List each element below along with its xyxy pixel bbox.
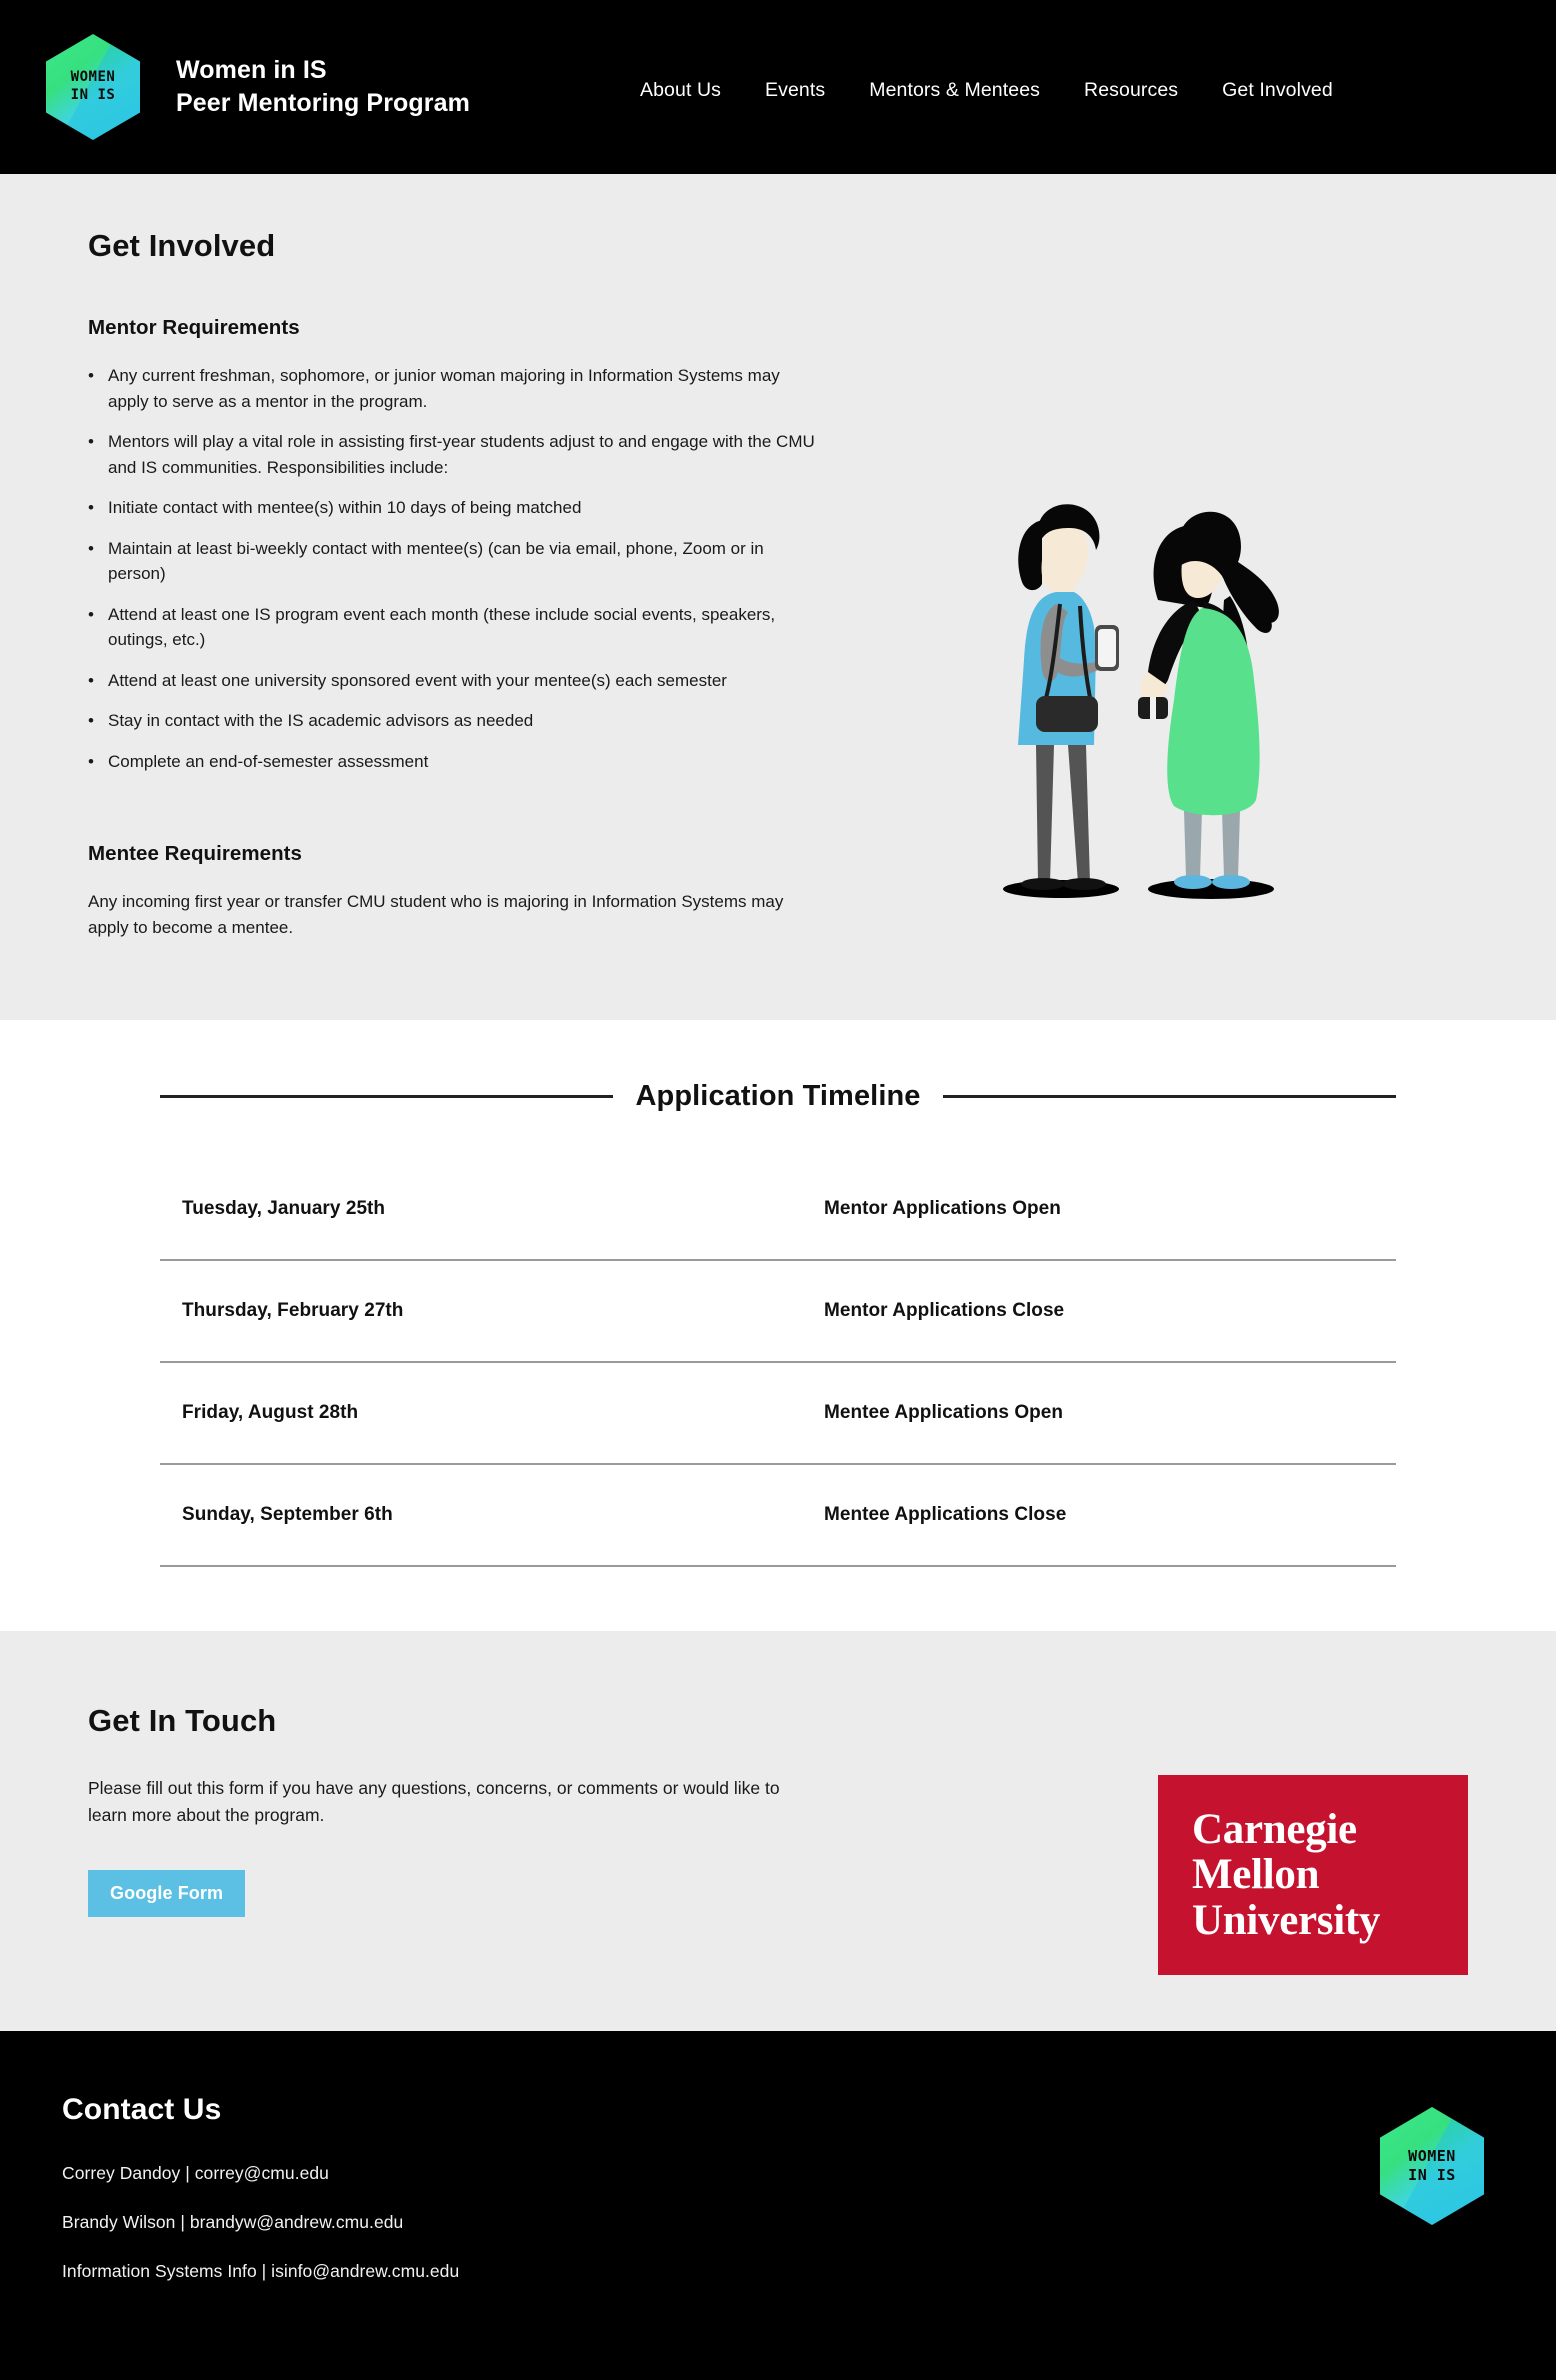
two-women-talking-illustration <box>998 500 1288 900</box>
logo-text-line2: IN IS <box>1408 2166 1456 2184</box>
table-row: Tuesday, January 25th Mentor Application… <box>160 1159 1396 1261</box>
bullet-icon: • <box>88 604 94 624</box>
logo-text-line1: WOMEN <box>70 69 116 86</box>
google-form-button[interactable]: Google Form <box>88 1870 246 1918</box>
logo-text-line2: IN IS <box>70 87 116 103</box>
list-item-text: Attend at least one IS program event eac… <box>108 604 776 650</box>
page-title: Get Involved <box>88 228 276 263</box>
timeline-event: Mentor Applications Close <box>824 1300 1065 1321</box>
list-item: • Initiate contact with mentee(s) within … <box>88 495 818 521</box>
bullet-icon: • <box>88 751 94 771</box>
logo-text: WOMEN IN IS <box>46 34 140 140</box>
main-nav: About Us Events Mentors & Mentees Resour… <box>640 79 1333 102</box>
timeline-event: Mentor Applications Open <box>824 1198 1061 1219</box>
brand-title: Women in IS Peer Mentoring Program <box>176 54 470 121</box>
get-in-touch-title: Get In Touch <box>88 1703 277 1738</box>
contact-us-title: Contact Us <box>62 2093 222 2126</box>
mentee-requirements-text: Any incoming first year or transfer CMU … <box>88 892 784 937</box>
list-item-text: Attend at least one university sponsored… <box>108 670 727 690</box>
get-in-touch-section: Get In Touch Please fill out this form i… <box>0 1631 1556 2031</box>
timeline-rows: Tuesday, January 25th Mentor Application… <box>0 1159 1556 1567</box>
bullet-icon: • <box>88 711 94 730</box>
contact-line[interactable]: Brandy Wilson | brandyw@andrew.cmu.edu <box>62 2212 1494 2233</box>
mentor-requirements-heading: Mentor Requirements <box>88 316 300 339</box>
timeline-rule-left <box>160 1095 614 1098</box>
list-item-text: Initiate contact with mentee(s) within 1… <box>108 498 582 517</box>
list-item: • Stay in contact with the IS academic ad… <box>88 708 818 734</box>
bullet-icon: • <box>88 670 94 690</box>
timeline-event: Mentee Applications Open <box>824 1402 1064 1423</box>
get-in-touch-text: Please fill out this form if you have an… <box>88 1778 780 1825</box>
timeline-event: Mentee Applications Close <box>824 1504 1067 1525</box>
list-item: • Complete an end-of-semester assessment <box>88 749 818 775</box>
logo-text: WOMEN IN IS <box>1380 2107 1484 2225</box>
bullet-icon: • <box>88 432 94 451</box>
site-header: WOMEN IN IS Women in IS Peer Mentoring P… <box>0 0 1556 174</box>
timeline-date: Sunday, September 6th <box>182 1504 393 1525</box>
nav-item-resources[interactable]: Resources <box>1084 79 1178 102</box>
timeline-date: Tuesday, January 25th <box>182 1198 386 1219</box>
contact-line[interactable]: Information Systems Info | isinfo@andrew… <box>62 2261 1494 2282</box>
table-row: Thursday, February 27th Mentor Applicati… <box>160 1261 1396 1363</box>
nav-item-mentors-mentees[interactable]: Mentors & Mentees <box>869 79 1040 102</box>
timeline-rule-right <box>942 1095 1396 1098</box>
nav-item-events[interactable]: Events <box>765 79 825 102</box>
application-timeline-section: Application Timeline Tuesday, January 25… <box>0 1020 1556 1631</box>
list-item-text: Mentors will play a vital role in assist… <box>108 432 815 477</box>
carnegie-mellon-university-logo: Carnegie Mellon University <box>1158 1775 1468 1975</box>
women-in-is-hexagon-logo-icon[interactable]: WOMEN IN IS <box>46 34 140 140</box>
page-root: WOMEN IN IS Women in IS Peer Mentoring P… <box>0 0 1556 2380</box>
bullet-icon: • <box>88 366 94 385</box>
cmu-logo-line3: University <box>1192 1896 1381 1944</box>
timeline-date: Friday, August 28th <box>182 1402 359 1423</box>
list-item: • Maintain at least bi-weekly contact wit… <box>88 536 818 587</box>
timeline-date: Thursday, February 27th <box>182 1300 404 1321</box>
cmu-logo-line2: Mellon <box>1192 1851 1320 1899</box>
contact-line[interactable]: Correy Dandoy | correy@cmu.edu <box>62 2163 1494 2184</box>
timeline-heading-row: Application Timeline <box>0 1080 1556 1113</box>
timeline-title: Application Timeline <box>635 1080 921 1112</box>
site-footer: Contact Us Correy Dandoy | correy@cmu.ed… <box>0 2031 1556 2380</box>
get-involved-section: Get Involved Mentor Requirements • Any cu… <box>0 174 1556 1020</box>
footer-women-in-is-hexagon-logo-icon[interactable]: WOMEN IN IS <box>1380 2107 1484 2225</box>
nav-item-get-involved[interactable]: Get Involved <box>1222 79 1333 102</box>
table-row: Sunday, September 6th Mentee Application… <box>160 1465 1396 1567</box>
cmu-logo-line1: Carnegie <box>1192 1805 1357 1853</box>
list-item: • Any current freshman, sophomore, or jun… <box>88 363 818 414</box>
list-item-text: Stay in contact with the IS academic adv… <box>108 711 534 730</box>
list-item: • Attend at least one IS program event ea… <box>88 602 818 653</box>
brand[interactable]: WOMEN IN IS Women in IS Peer Mentoring P… <box>46 34 470 140</box>
bullet-icon: • <box>88 498 94 517</box>
list-item-text: Complete an end-of-semester assessment <box>108 751 429 771</box>
brand-title-line2: Peer Mentoring Program <box>176 89 470 117</box>
list-item-text: Any current freshman, sophomore, or juni… <box>108 366 780 411</box>
list-item-text: Maintain at least bi-weekly contact with… <box>108 538 764 584</box>
logo-text-line1: WOMEN <box>1408 2146 1456 2165</box>
nav-item-about-us[interactable]: About Us <box>640 79 721 102</box>
table-row: Friday, August 28th Mentee Applications … <box>160 1363 1396 1465</box>
list-item: • Attend at least one university sponsore… <box>88 668 818 694</box>
brand-title-line1: Women in IS <box>176 55 327 84</box>
bullet-icon: • <box>88 538 94 558</box>
list-item: • Mentors will play a vital role in assis… <box>88 429 818 480</box>
mentor-requirements-list: • Any current freshman, sophomore, or jun… <box>88 363 818 774</box>
